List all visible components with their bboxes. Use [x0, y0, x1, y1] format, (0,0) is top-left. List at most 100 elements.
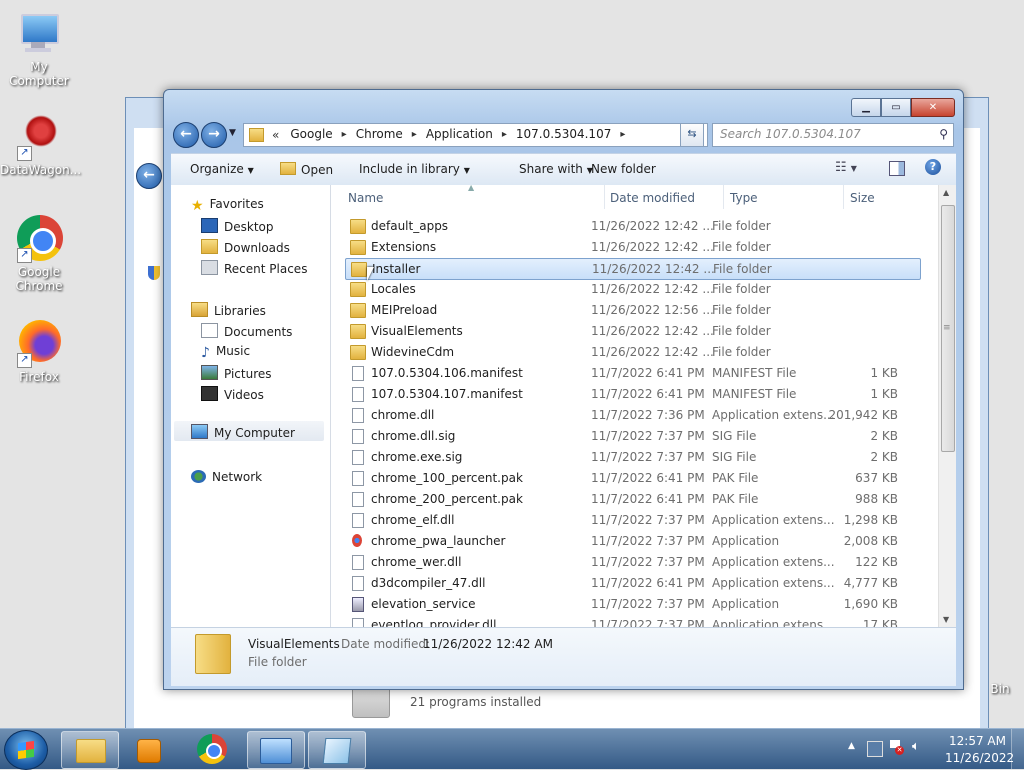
- recent-pages-dropdown[interactable]: ▼: [229, 128, 236, 138]
- search-icon[interactable]: ⚲: [939, 127, 948, 141]
- file-row[interactable]: chrome_200_percent.pak 11/7/2022 6:41 PM P…: [345, 489, 919, 509]
- breadcrumb-item[interactable]: Application: [419, 127, 500, 143]
- nav-libraries[interactable]: Libraries: [191, 302, 266, 318]
- file-row[interactable]: chrome_100_percent.pak 11/7/2022 6:41 PM P…: [345, 468, 919, 488]
- nav-network[interactable]: Network: [191, 470, 262, 484]
- file-row[interactable]: chrome_elf.dll 11/7/2022 7:37 PM Applicati…: [345, 510, 919, 530]
- file-row[interactable]: chrome.dll.sig 11/7/2022 7:37 PM SIG File 2…: [345, 426, 919, 446]
- volume-icon[interactable]: 🔈︎: [912, 739, 920, 754]
- folder-row[interactable]: MEIPreload 11/26/2022 12:56 ... File folde…: [345, 300, 919, 320]
- include-in-library-menu[interactable]: Include in library ▼: [359, 162, 470, 176]
- column-divider[interactable]: [723, 185, 724, 209]
- nav-label: Pictures: [224, 367, 272, 381]
- view-options-icon[interactable]: ☷ ▼: [835, 160, 857, 175]
- search-input[interactable]: Search 107.0.5304.107 ⚲: [712, 123, 954, 147]
- new-folder-button[interactable]: New folder: [591, 162, 656, 176]
- nav-label: Favorites: [209, 197, 264, 211]
- nav-music[interactable]: ♪ Music: [201, 344, 250, 361]
- file-row[interactable]: chrome_pwa_launcher 11/7/2022 7:37 PM Appl…: [345, 531, 919, 551]
- back-button[interactable]: ←: [173, 122, 199, 148]
- share-with-label: Share with: [519, 162, 583, 176]
- folder-row[interactable]: default_apps 11/26/2022 12:42 ... File fol…: [345, 216, 919, 236]
- taskbar-explorer-button[interactable]: [61, 731, 119, 769]
- file-name: WidevineCdm: [371, 345, 455, 359]
- back-button-background[interactable]: ←: [136, 163, 162, 189]
- folder-row[interactable]: Locales 11/26/2022 12:42 ... File folder: [345, 279, 919, 299]
- file-list: Name ▲ Date modified Type Size default_a…: [331, 185, 956, 627]
- dll-file-icon: [352, 576, 364, 591]
- folder-icon: [350, 240, 366, 255]
- nav-pictures[interactable]: Pictures: [201, 365, 272, 381]
- maximize-button[interactable]: ▭: [881, 98, 911, 117]
- column-header-name[interactable]: Name: [348, 191, 383, 205]
- clock-date[interactable]: 11/26/2022: [945, 751, 1014, 765]
- nav-favorites[interactable]: ★ Favorites: [191, 197, 264, 214]
- breadcrumb-separator-icon[interactable]: ▸: [500, 127, 509, 143]
- file-row[interactable]: chrome.exe.sig 11/7/2022 7:37 PM SIG File 2…: [345, 447, 919, 467]
- nav-documents[interactable]: Documents: [201, 323, 292, 339]
- breadcrumb-separator-icon[interactable]: ▸: [618, 127, 627, 143]
- breadcrumb-item[interactable]: Google: [283, 127, 339, 143]
- desktop-icon-datawagon[interactable]: ↗ DataWagon...: [0, 113, 81, 177]
- file-row[interactable]: eventlog_provider.dll 11/7/2022 7:37 PM Ap…: [345, 615, 919, 627]
- refresh-button[interactable]: ⇆: [680, 123, 704, 147]
- file-icon: [352, 366, 364, 381]
- address-bar[interactable]: « Google ▸ Chrome ▸ Application ▸ 107.0.530…: [243, 123, 708, 147]
- desktop-icon-firefox[interactable]: ↗ Firefox: [0, 320, 78, 384]
- action-center-flag-icon[interactable]: ✕: [890, 740, 904, 755]
- file-row[interactable]: elevation_service 11/7/2022 7:37 PM Applic…: [345, 594, 919, 614]
- nav-desktop[interactable]: Desktop: [201, 218, 274, 234]
- file-row[interactable]: chrome.dll 11/7/2022 7:36 PM Application e…: [345, 405, 919, 425]
- scroll-down-arrow-icon[interactable]: ▼: [943, 615, 949, 624]
- column-divider[interactable]: [604, 185, 605, 209]
- column-header-size[interactable]: Size: [850, 191, 875, 205]
- nav-downloads[interactable]: Downloads: [201, 239, 290, 255]
- explorer-window[interactable]: ▁ ▭ ✕ ← → ▼ « Google ▸ Chrome ▸ Applicatio…: [163, 89, 964, 690]
- file-date-modified: 11/7/2022 7:37 PM: [591, 429, 705, 443]
- close-button[interactable]: ✕: [911, 98, 955, 117]
- desktop-icon-google-chrome[interactable]: ↗ Google Chrome: [0, 215, 78, 293]
- breadcrumb-item[interactable]: 107.0.5304.107: [509, 127, 618, 143]
- file-row[interactable]: 107.0.5304.107.manifest 11/7/2022 6:41 PM…: [345, 384, 919, 404]
- folder-row[interactable]: Extensions 11/26/2022 12:42 ... File folde…: [345, 237, 919, 257]
- vertical-scrollbar[interactable]: ▲ ≡ ▼: [938, 185, 956, 627]
- column-header-date[interactable]: Date modified: [610, 191, 695, 205]
- clock-time[interactable]: 12:57 AM: [949, 734, 1006, 748]
- start-button[interactable]: [4, 730, 48, 770]
- column-divider[interactable]: [843, 185, 844, 209]
- share-with-menu[interactable]: Share with ▼: [519, 162, 593, 176]
- column-header-type[interactable]: Type: [730, 191, 758, 205]
- show-desktop-button[interactable]: [1011, 729, 1024, 769]
- file-row[interactable]: d3dcompiler_47.dll 11/7/2022 6:41 PM Appli…: [345, 573, 919, 593]
- folder-row[interactable]: Installer 11/26/2022 12:42 ... File folder: [345, 258, 921, 280]
- taskbar-notepad-button[interactable]: [308, 731, 366, 769]
- file-row[interactable]: 107.0.5304.106.manifest 11/7/2022 6:41 PM…: [345, 363, 919, 383]
- taskbar-media-player-button[interactable]: [121, 731, 177, 767]
- preview-pane-icon[interactable]: [889, 161, 905, 176]
- nav-videos[interactable]: Videos: [201, 386, 264, 402]
- nav-my-computer[interactable]: My Computer: [174, 421, 324, 441]
- network-status-icon[interactable]: [867, 741, 883, 757]
- file-type: File folder: [712, 345, 771, 359]
- show-hidden-icons-button[interactable]: ▲: [848, 741, 855, 751]
- file-type: PAK File: [712, 471, 759, 485]
- organize-menu[interactable]: Organize ▼: [190, 162, 254, 176]
- scroll-up-arrow-icon[interactable]: ▲: [943, 188, 949, 197]
- forward-button[interactable]: →: [201, 122, 227, 148]
- desktop-icon-my-computer[interactable]: My Computer: [0, 10, 78, 88]
- open-button[interactable]: Open: [280, 162, 333, 177]
- minimize-button[interactable]: ▁: [851, 98, 881, 117]
- breadcrumb-separator-icon[interactable]: ▸: [340, 127, 349, 143]
- breadcrumb-overflow[interactable]: «: [268, 127, 283, 143]
- breadcrumb-item[interactable]: Chrome: [349, 127, 410, 143]
- help-icon[interactable]: ?: [925, 159, 941, 175]
- taskbar-control-panel-button[interactable]: [247, 731, 305, 769]
- folder-row[interactable]: VisualElements 11/26/2022 12:42 ... File f…: [345, 321, 919, 341]
- file-type: File folder: [712, 240, 771, 254]
- file-row[interactable]: chrome_wer.dll 11/7/2022 7:37 PM Applicati…: [345, 552, 919, 572]
- nav-recent-places[interactable]: Recent Places: [201, 260, 307, 276]
- file-size: 201,942 KB: [828, 408, 898, 422]
- taskbar-chrome-button[interactable]: [184, 731, 240, 767]
- folder-row[interactable]: WidevineCdm 11/26/2022 12:42 ... File fold…: [345, 342, 919, 362]
- breadcrumb-separator-icon[interactable]: ▸: [410, 127, 419, 143]
